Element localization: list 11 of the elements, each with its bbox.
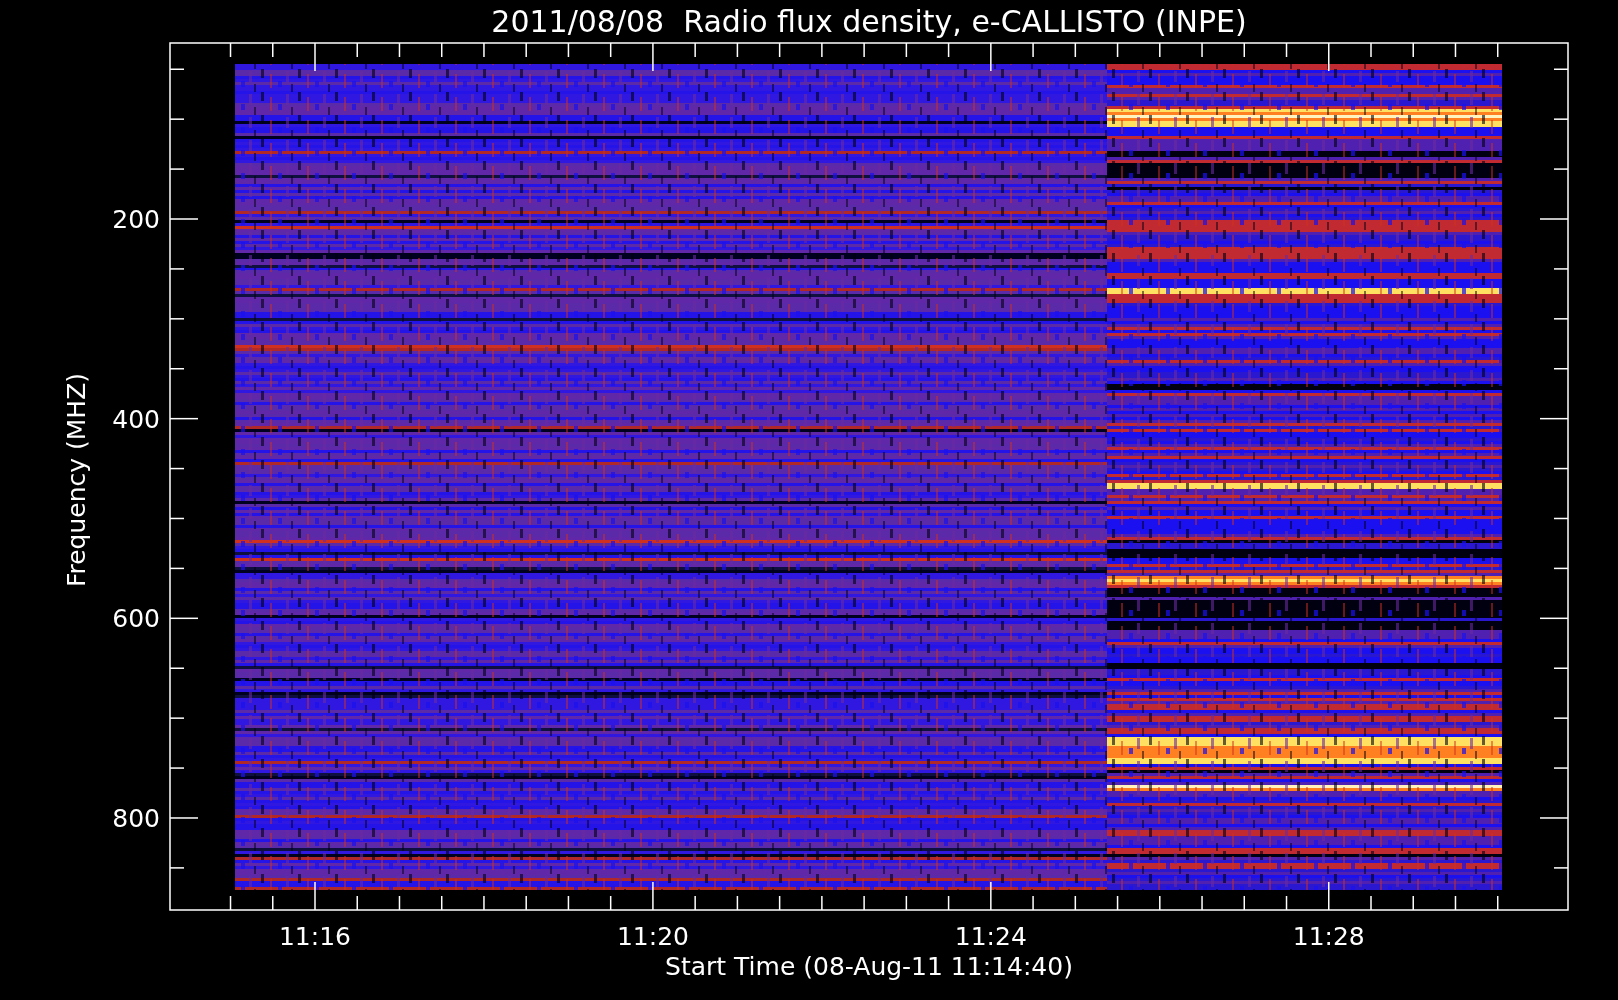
chart-title: 2011/08/08 Radio flux density, e-CALLISTO (INPE) xyxy=(491,4,1247,39)
axis-tick-label: 600 xyxy=(112,604,160,634)
axis-tick-label: 11:16 xyxy=(279,922,351,951)
axis-title: Start Time (08-Aug-11 11:14:40) xyxy=(665,952,1073,981)
axis-tick-label: 11:20 xyxy=(616,922,689,951)
axis-tick-label: 800 xyxy=(112,804,160,833)
axis-title: Frequency (MHZ) xyxy=(62,372,91,588)
axis-tick-label: 11:28 xyxy=(1292,922,1365,951)
axis-tick-label: 400 xyxy=(112,404,160,434)
axis-tick-label: 200 xyxy=(112,205,160,234)
axis-tick-label: 11:24 xyxy=(954,922,1027,951)
